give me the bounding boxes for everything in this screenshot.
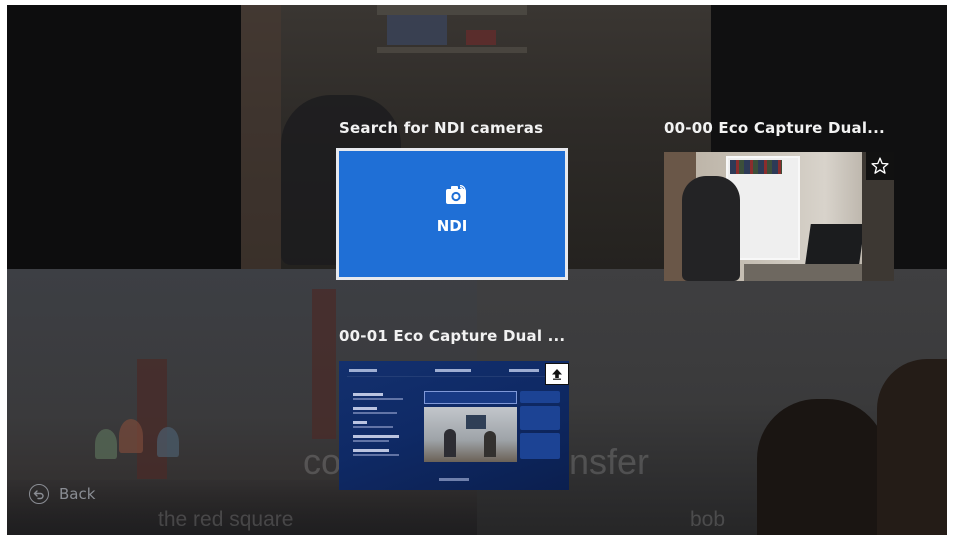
background-tile-top-left [7, 5, 241, 269]
background-caption-bottom-right: bob [690, 508, 726, 531]
camera-0001-tile[interactable] [339, 361, 569, 490]
back-label: Back [59, 485, 96, 503]
camera-0000-tile[interactable] [664, 152, 894, 281]
tile-label-camera-0001: 00-01 Eco Capture Dual ... [339, 327, 566, 345]
tile-label-camera-0000: 00-00 Eco Capture Dual... [664, 119, 885, 137]
background-caption-bottom-left: the red square [158, 508, 294, 531]
tile-label-search-ndi: Search for NDI cameras [339, 119, 544, 137]
search-ndi-cameras-tile[interactable]: NDI [336, 148, 568, 280]
share-upload-button[interactable] [545, 363, 569, 385]
video-wall-screen: co nsfer the red square bob Search for N… [7, 5, 947, 535]
camera-icon [446, 185, 466, 204]
background-caption-left: co [303, 441, 342, 482]
star-icon [871, 157, 889, 174]
background-caption-right: nsfer [569, 441, 650, 482]
back-icon [29, 484, 49, 504]
upload-icon [552, 369, 562, 380]
favorite-star-button[interactable] [866, 152, 894, 180]
ndi-card-text: NDI [436, 217, 468, 235]
back-button[interactable]: Back [29, 484, 95, 504]
